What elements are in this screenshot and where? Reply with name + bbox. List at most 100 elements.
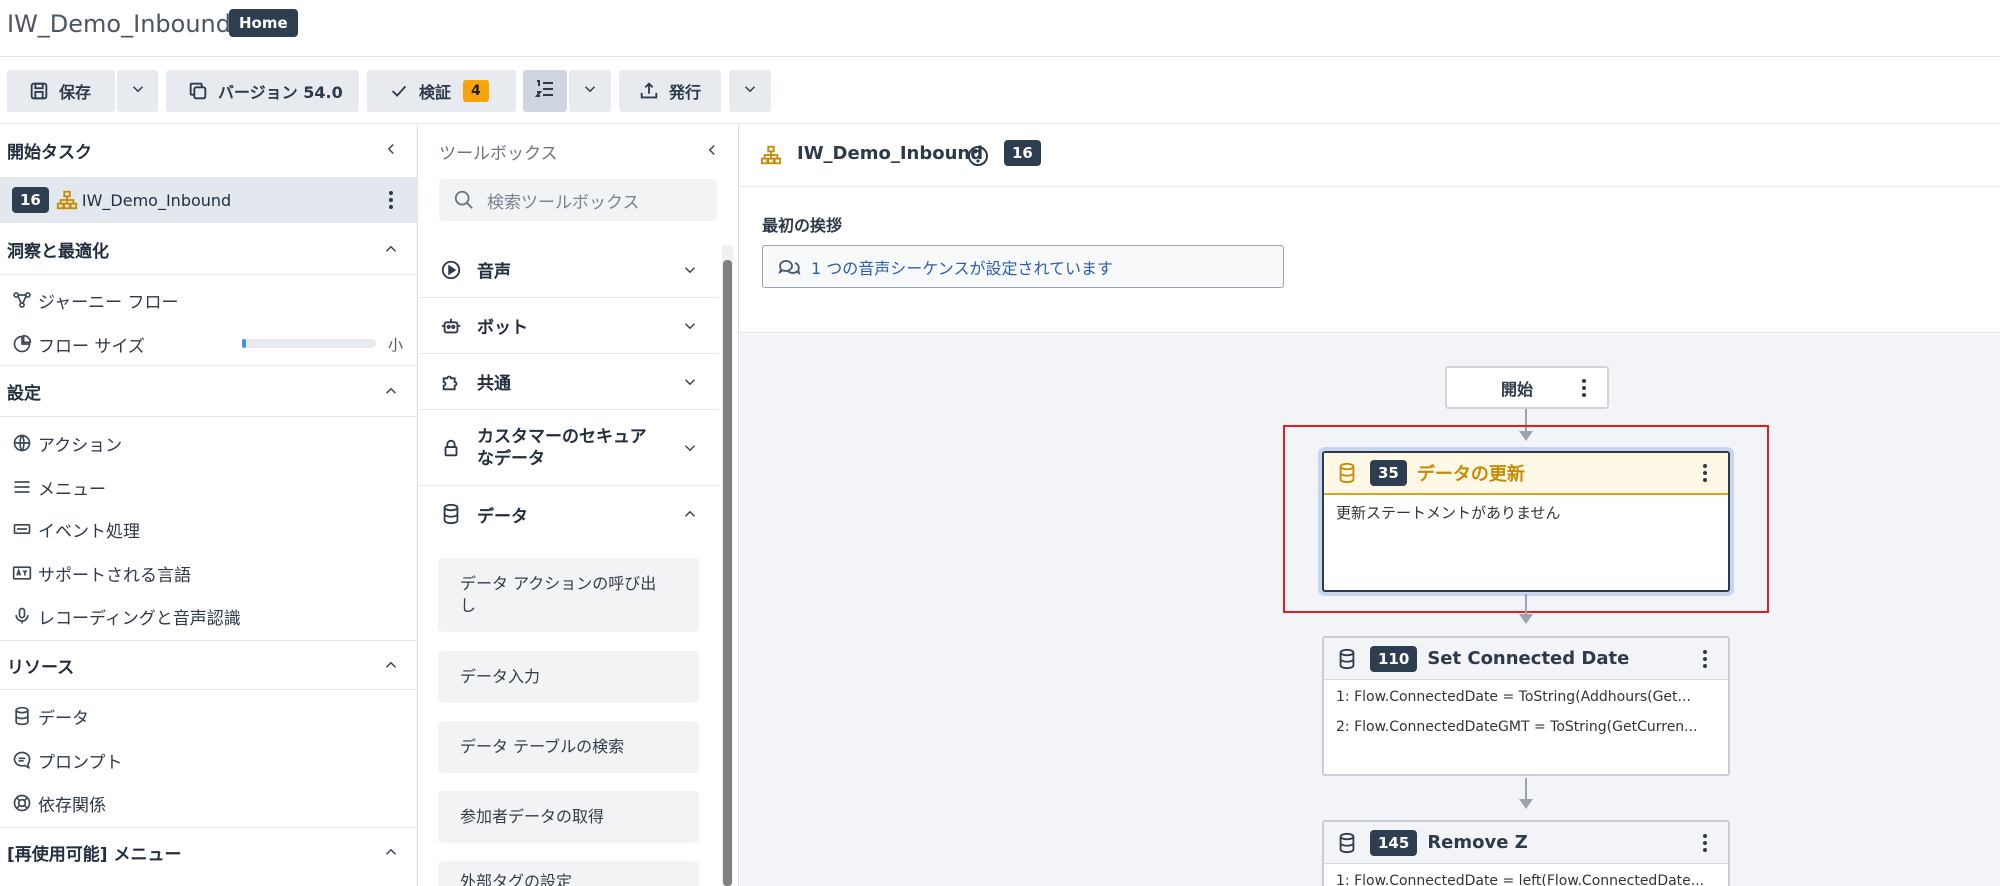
flow-tree-icon <box>56 189 78 211</box>
settings-header[interactable]: 設定 <box>0 367 418 417</box>
resources-header[interactable]: リソース <box>0 640 418 690</box>
collapse-panel-icon[interactable] <box>382 140 400 158</box>
collapse-toolbox-icon[interactable] <box>703 141 721 159</box>
nav-data[interactable]: データ <box>0 696 418 736</box>
chevron-up-icon <box>382 656 400 674</box>
toolbox-category-data[interactable]: データ <box>419 486 719 542</box>
nav-supported-languages[interactable]: サポートされる言語 <box>0 553 418 593</box>
flow-size-bar <box>242 339 376 348</box>
pie-chart-icon <box>12 334 32 354</box>
nav-journey-flow[interactable]: ジャーニー フロー <box>0 280 418 320</box>
tool-set-external-tag[interactable]: 外部タグの設定 <box>438 861 699 886</box>
greeting-field[interactable]: 1 つの音声シーケンスが設定されています <box>762 245 1284 288</box>
node-header: 145 Remove Z <box>1324 822 1728 864</box>
chevron-down-icon <box>681 439 699 457</box>
node-title: Remove Z <box>1427 832 1528 853</box>
home-badge[interactable]: Home <box>229 9 298 37</box>
more-options-icon[interactable] <box>1698 649 1712 668</box>
tile-label: データ テーブルの検索 <box>460 737 625 756</box>
chevron-down-icon <box>741 80 759 102</box>
validate-label: 検証 <box>419 83 452 102</box>
toolbox-scrollbar[interactable] <box>722 245 733 886</box>
validate-button[interactable]: 検証 4 <box>367 70 516 112</box>
save-dropdown-button[interactable] <box>117 70 158 112</box>
reusable-menu-header[interactable]: [再使用可能] メニュー <box>0 827 418 877</box>
help-icon[interactable] <box>966 144 990 168</box>
start-task-header[interactable]: 開始タスク <box>0 125 418 175</box>
start-task-item[interactable]: 16 IW_Demo_Inbound <box>0 177 418 223</box>
lock-icon <box>439 436 463 460</box>
dependencies-label: 依存関係 <box>38 795 106 816</box>
nav-prompts[interactable]: プロンプト <box>0 740 418 780</box>
chevron-up-icon <box>382 240 400 258</box>
toolbox-category-secure-data[interactable]: カスタマーのセキュアなデータ <box>419 410 719 486</box>
flow-tree-icon <box>760 144 782 166</box>
greeting-value: 1 つの音声シーケンスが設定されています <box>811 258 1113 278</box>
version-button[interactable]: バージョン 54.0 <box>166 70 359 112</box>
toolbar: 保存 バージョン 54.0 検証 4 発行 <box>0 58 2000 124</box>
ticket-icon <box>12 519 32 539</box>
tool-call-data-action[interactable]: データ アクションの呼び出し <box>438 558 699 632</box>
save-button[interactable]: 保存 <box>7 70 115 112</box>
microphone-icon <box>12 606 32 626</box>
flow-node-set-connected-date[interactable]: 110 Set Connected Date 1: Flow.Connected… <box>1322 636 1730 776</box>
nav-dependencies[interactable]: 依存関係 <box>0 783 418 823</box>
step-numbers-dropdown[interactable] <box>569 70 611 112</box>
database-icon <box>12 706 32 726</box>
chevron-down-icon <box>581 80 599 102</box>
node-number-badge: 35 <box>1370 460 1407 486</box>
publish-label: 発行 <box>669 83 702 102</box>
flow-node-update-data[interactable]: 35 データの更新 更新ステートメントがありません <box>1322 451 1730 592</box>
app-header: IW_Demo_Inbound Home <box>0 0 2000 57</box>
tool-get-participant-data[interactable]: 参加者データの取得 <box>438 791 699 843</box>
menu-label: メニュー <box>38 479 106 500</box>
toolbox-panel: ツールボックス 検索ツールボックス 音声 ボット 共通 カスタマーのセキュアなデ… <box>419 125 739 886</box>
numbered-list-icon <box>533 77 557 105</box>
nav-menu[interactable]: メニュー <box>0 467 418 507</box>
tool-data-input[interactable]: データ入力 <box>438 651 699 703</box>
start-node[interactable]: 開始 <box>1445 366 1609 409</box>
category-label: データ <box>477 506 528 527</box>
more-options-icon[interactable] <box>1698 464 1712 482</box>
toolbox-category-audio[interactable]: 音声 <box>419 242 719 298</box>
database-icon <box>439 502 463 526</box>
flow-node-remove-z[interactable]: 145 Remove Z 1: Flow.ConnectedDate = lef… <box>1322 820 1730 886</box>
more-options-icon[interactable] <box>384 191 398 209</box>
publish-dropdown-button[interactable] <box>729 70 771 112</box>
globe-icon <box>12 433 32 453</box>
nav-recording-speech[interactable]: レコーディングと音声認識 <box>0 596 418 636</box>
category-label: 共通 <box>477 374 511 394</box>
upload-icon <box>637 79 661 103</box>
menu-icon <box>12 477 32 497</box>
publish-button[interactable]: 発行 <box>619 70 721 112</box>
nav-actions[interactable]: アクション <box>0 423 418 463</box>
app-title: IW_Demo_Inbound <box>7 10 231 38</box>
scrollbar-thumb[interactable] <box>723 260 732 886</box>
node-header: 110 Set Connected Date <box>1324 638 1728 680</box>
initial-greeting-section: 最初の挨拶 1 つの音声シーケンスが設定されています <box>740 188 2000 333</box>
tile-label: 外部タグの設定 <box>460 872 573 886</box>
step-numbers-toggle[interactable] <box>523 70 567 112</box>
insights-header[interactable]: 洞察と最適化 <box>0 225 418 275</box>
tool-data-table-lookup[interactable]: データ テーブルの検索 <box>438 721 699 773</box>
node-number-badge: 145 <box>1370 829 1418 856</box>
search-input[interactable]: 検索ツールボックス <box>487 188 640 213</box>
recording-speech-label: レコーディングと音声認識 <box>38 608 241 629</box>
lifebuoy-icon <box>12 793 32 813</box>
flow-canvas[interactable]: 開始 35 データの更新 更新ステートメントがありません 110 Set Con… <box>740 334 2000 886</box>
flow-number-badge: 16 <box>1004 140 1041 166</box>
toolbox-category-bot[interactable]: ボット <box>419 298 719 354</box>
database-icon <box>1336 648 1358 670</box>
more-options-icon[interactable] <box>1698 833 1712 852</box>
start-node-label: 開始 <box>1500 379 1533 399</box>
node-statement: 1: Flow.ConnectedDate = ToString(Addhour… <box>1336 689 1691 705</box>
node-statement: 1: Flow.ConnectedDate = left(Flow.Connec… <box>1336 873 1705 886</box>
toolbox-category-common[interactable]: 共通 <box>419 354 719 410</box>
flow-size-bar-fill <box>242 339 246 348</box>
more-options-icon[interactable] <box>1577 378 1591 397</box>
toolbox-search[interactable]: 検索ツールボックス <box>439 179 717 221</box>
database-icon <box>1336 462 1358 484</box>
check-icon <box>387 79 411 103</box>
nav-event-handling[interactable]: イベント処理 <box>0 509 418 549</box>
toolbox-title: ツールボックス <box>439 144 558 164</box>
